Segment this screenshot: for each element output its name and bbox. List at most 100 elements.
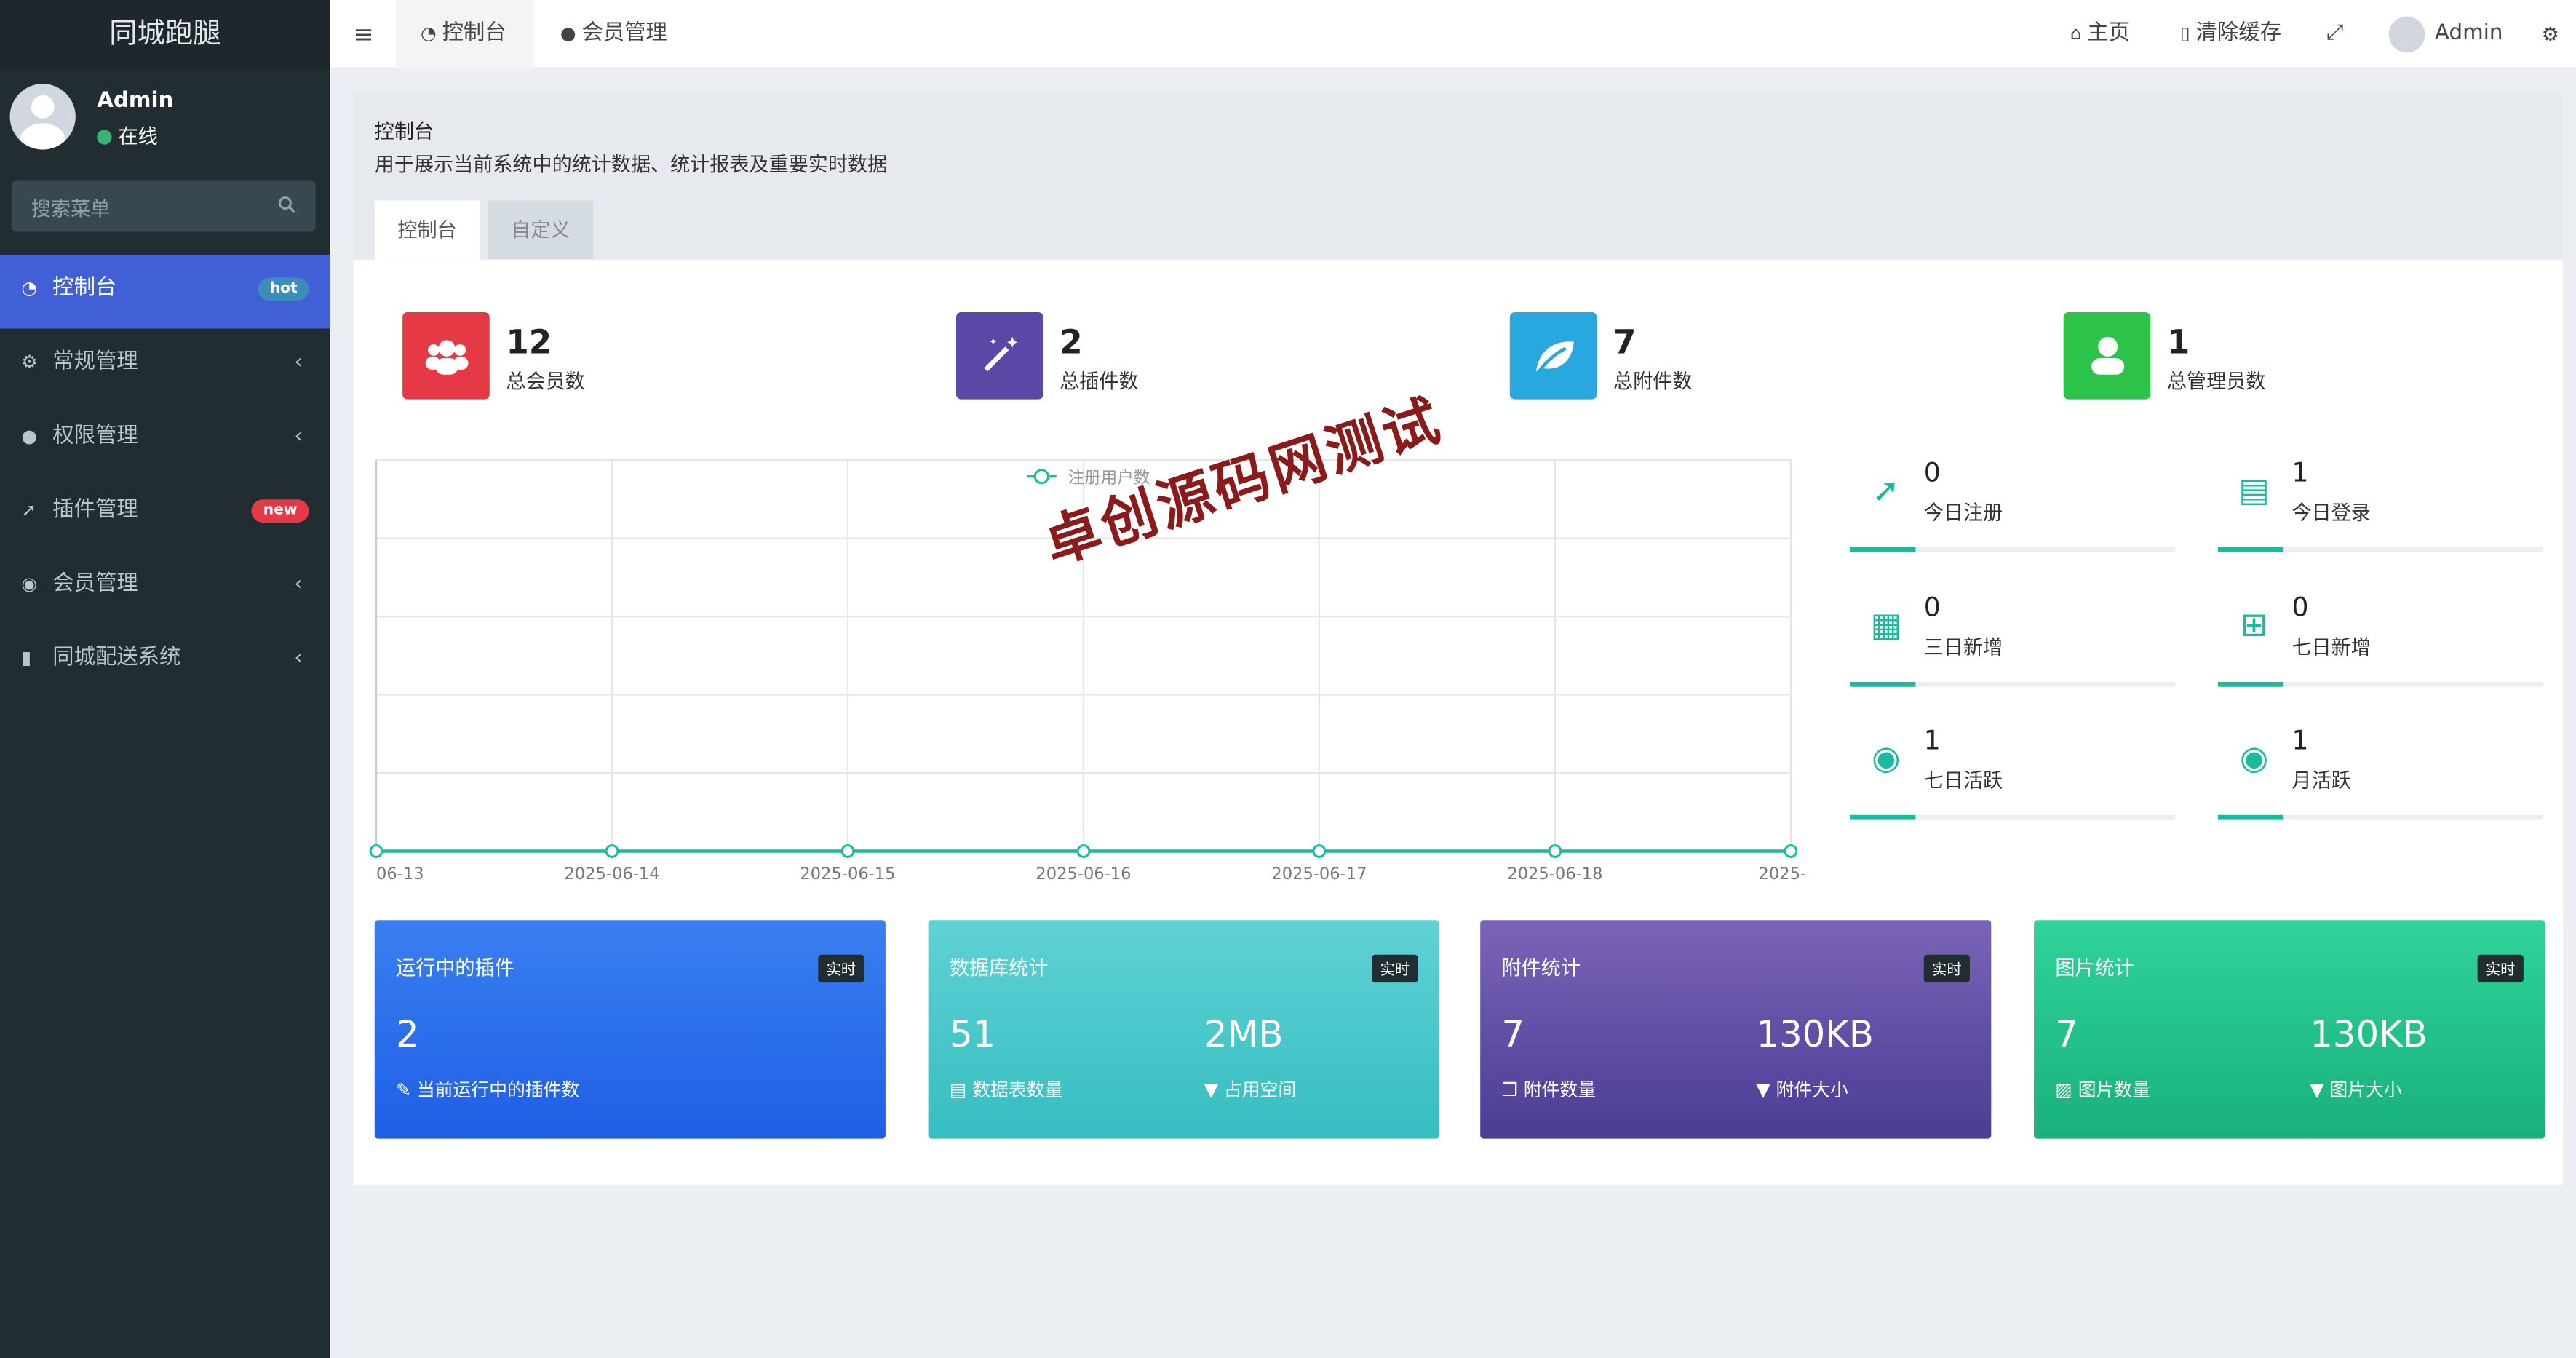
kpi-today-register: ➚ 0 今日注册 — [1850, 453, 2176, 552]
stat-admins: 1 总管理员数 — [2063, 311, 2556, 401]
stat-value: 7 — [1613, 322, 1637, 362]
chevron-left-icon: ‹ — [294, 571, 303, 595]
cogs-icon: ⚙ — [21, 352, 38, 373]
settings-icon[interactable]: ⚙ — [2542, 0, 2559, 69]
card-value: 130KB — [1756, 1015, 1874, 1057]
stat-members: 12 总会员数 — [402, 311, 895, 401]
user-icon: ● — [560, 23, 582, 44]
realtime-badge: 实时 — [2477, 954, 2524, 983]
home-icon: ⌂ — [2070, 23, 2088, 44]
kpi-7day-new: ⊞ 0 七日新增 — [2217, 588, 2543, 687]
image-icon: ▨ — [2055, 1079, 2078, 1101]
avatar — [9, 84, 76, 150]
card-value: 51 — [949, 1015, 996, 1057]
card-database: 数据库统计 实时 51 ▤ 数据表数量 2MB ▼ 占用空间 — [928, 920, 1439, 1139]
chevron-left-icon: ‹ — [294, 646, 303, 669]
calendar-plus-icon: ⊞ — [2240, 604, 2268, 645]
hot-badge: hot — [258, 277, 309, 301]
card-label: ▼ 附件大小 — [1756, 1079, 1848, 1101]
clear-cache-button[interactable]: ▯ 清除缓存 — [2180, 0, 2281, 69]
tab-custom[interactable]: 自定义 — [488, 200, 594, 260]
svg-text:✦: ✦ — [1005, 334, 1019, 353]
tab-members[interactable]: ● 会员管理 — [560, 0, 667, 69]
kpi-label: 七日新增 — [2291, 635, 2371, 659]
sidebar-item-auth[interactable]: ● 权限管理 ‹ — [0, 402, 330, 477]
stat-label: 总会员数 — [506, 369, 585, 393]
users-icon — [402, 311, 490, 400]
menu-toggle-icon[interactable]: ≡ — [353, 0, 373, 69]
page-title: 控制台 — [374, 119, 434, 143]
realtime-badge: 实时 — [1372, 954, 1418, 983]
user-icon — [2063, 311, 2151, 400]
vcard-icon: ▤ — [2238, 469, 2270, 509]
kpi-monthly-active: ◉ 1 月活跃 — [2217, 721, 2543, 820]
realtime-badge: 实时 — [1923, 954, 1970, 983]
kpi-value: 1 — [2291, 456, 2309, 488]
tab-dashboard[interactable]: ◔ 控制台 — [396, 0, 534, 69]
menu-search-input[interactable]: 搜索菜单 — [11, 180, 316, 232]
database-icon: ▤ — [949, 1079, 973, 1101]
sidebar-item-dashboard[interactable]: ◔ 控制台 hot — [0, 254, 330, 329]
calendar-icon: ▦ — [1870, 604, 1902, 645]
home-link[interactable]: ⌂ 主页 — [2070, 0, 2130, 69]
kpi-label: 七日活跃 — [1923, 769, 2003, 793]
user-panel: Admin 在线 — [9, 84, 322, 153]
rocket-icon: ➚ — [1872, 469, 1900, 509]
kpi-value: 1 — [2291, 724, 2309, 756]
kpi-label: 今日登录 — [2291, 501, 2371, 525]
card-running-plugins: 运行中的插件 实时 2 ✎ 当前运行中的插件数 — [374, 920, 886, 1139]
user-circle-icon: ◉ — [1872, 737, 1901, 777]
filter-icon: ▼ — [1204, 1079, 1224, 1101]
tab-dashboard-content[interactable]: 控制台 — [374, 200, 480, 260]
sidebar-menu: ◔ 控制台 hot ⚙ 常规管理 ‹ ● 权限管理 ‹ ➚ 插件管理 new ◉ 会员管理 ‹ … — [0, 254, 330, 699]
group-icon: ● — [21, 425, 38, 448]
pencil-icon: ✎ — [396, 1079, 417, 1101]
kpi-7day-active: ◉ 1 七日活跃 — [1850, 721, 2176, 820]
kpi-label: 今日注册 — [1923, 501, 2003, 525]
search-placeholder: 搜索菜单 — [31, 196, 111, 221]
card-value: 7 — [2055, 1015, 2078, 1057]
card-title: 附件统计 — [1501, 956, 1581, 980]
search-icon[interactable] — [278, 196, 296, 214]
files-icon: ❐ — [1501, 1079, 1524, 1101]
content-header: 控制台 用于展示当前系统中的统计数据、统计报表及重要实时数据 控制台 自定义 — [353, 93, 2564, 260]
stat-plugins: ✦ ✦ 2 总插件数 — [955, 311, 1449, 401]
sidebar-item-delivery[interactable]: ▮ 同城配送系统 ‹ — [0, 624, 330, 699]
card-label: ❐ 附件数量 — [1501, 1079, 1597, 1101]
sidebar-item-members[interactable]: ◉ 会员管理 ‹ — [0, 550, 330, 624]
user-name: Admin — [97, 88, 174, 114]
card-label: ▼ 占用空间 — [1204, 1079, 1297, 1101]
chevron-left-icon: ‹ — [294, 424, 303, 448]
card-value: 130KB — [2310, 1015, 2428, 1057]
stat-label: 总插件数 — [1060, 369, 1139, 393]
app-title[interactable]: 同城跑腿 — [0, 0, 330, 69]
kpi-value: 0 — [1923, 591, 1941, 623]
kpi-value: 0 — [1923, 456, 1941, 488]
fullscreen-icon[interactable]: ⤢ — [2326, 0, 2343, 69]
dashboard-icon: ◔ — [21, 277, 38, 299]
user-circle-icon: ◉ — [21, 573, 38, 595]
stat-label: 总附件数 — [1613, 369, 1693, 393]
card-label: ▤ 数据表数量 — [949, 1079, 1063, 1101]
trash-icon: ▯ — [2179, 23, 2196, 44]
online-dot-icon — [97, 130, 112, 145]
sidebar-item-general[interactable]: ⚙ 常规管理 ‹ — [0, 329, 330, 403]
card-label: ▼ 图片大小 — [2310, 1079, 2402, 1101]
card-title: 图片统计 — [2055, 956, 2134, 980]
user-menu[interactable]: Admin — [2388, 0, 2503, 69]
rocket-icon: ➚ — [21, 499, 37, 521]
stat-label: 总管理员数 — [2166, 369, 2266, 393]
dashboard-icon: ◔ — [420, 23, 442, 44]
kpi-today-login: ▤ 1 今日登录 — [2217, 453, 2543, 552]
card-value: 2MB — [1204, 1015, 1284, 1057]
card-images: 图片统计 实时 7 ▨ 图片数量 130KB ▼ 图片大小 — [2034, 920, 2545, 1139]
kpi-value: 0 — [2291, 591, 2309, 623]
card-title: 运行中的插件 — [396, 956, 514, 980]
sidebar-item-plugins[interactable]: ➚ 插件管理 new — [0, 477, 330, 551]
topbar: ≡ ◔ 控制台 ● 会员管理 ⌂ 主页 ▯ 清除缓存 ⤢ Admin ⚙ — [330, 0, 2576, 69]
user-status: 在线 — [97, 122, 158, 149]
card-attachments: 附件统计 实时 7 ❐ 附件数量 130KB ▼ 附件大小 — [1480, 920, 1992, 1139]
kpi-3day-new: ▦ 0 三日新增 — [1850, 588, 2176, 687]
user-circle-icon: ◉ — [2239, 737, 2269, 777]
new-badge: new — [251, 499, 309, 523]
